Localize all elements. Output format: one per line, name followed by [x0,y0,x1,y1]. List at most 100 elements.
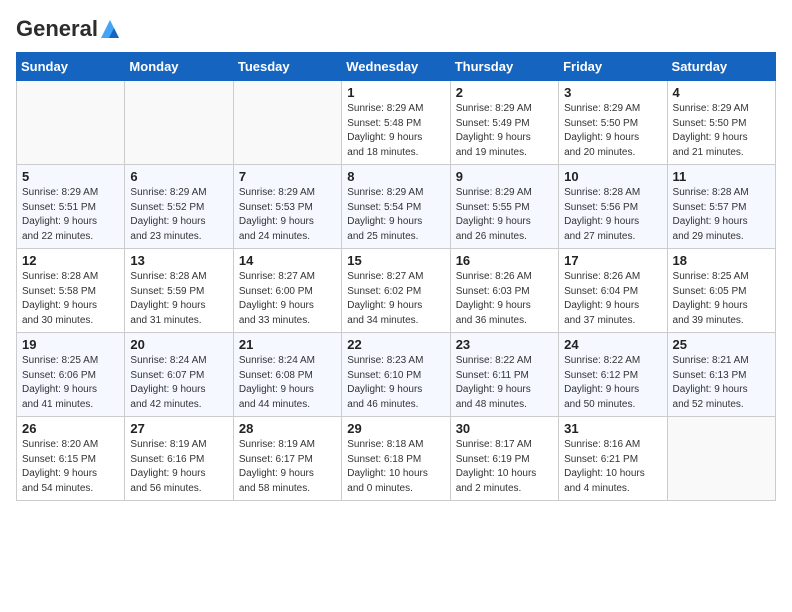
day-info: Sunrise: 8:28 AM Sunset: 5:57 PM Dayligh… [673,186,770,244]
day-number: 27 [130,421,227,436]
day-info: Sunrise: 8:18 AM Sunset: 6:18 PM Dayligh… [347,438,444,496]
day-number: 28 [239,421,336,436]
day-number: 4 [673,85,770,100]
day-number: 31 [564,421,661,436]
day-info: Sunrise: 8:29 AM Sunset: 5:48 PM Dayligh… [347,102,444,160]
calendar-week-4: 19 Sunrise: 8:25 AM Sunset: 6:06 PM Dayli… [17,333,776,417]
weekday-header-tuesday: Tuesday [233,53,341,81]
day-number: 15 [347,253,444,268]
calendar-week-2: 5 Sunrise: 8:29 AM Sunset: 5:51 PM Daylig… [17,165,776,249]
day-number: 18 [673,253,770,268]
day-number: 6 [130,169,227,184]
day-number: 10 [564,169,661,184]
day-number: 1 [347,85,444,100]
calendar-week-3: 12 Sunrise: 8:28 AM Sunset: 5:58 PM Dayli… [17,249,776,333]
weekday-header-saturday: Saturday [667,53,775,81]
day-info: Sunrise: 8:19 AM Sunset: 6:17 PM Dayligh… [239,438,336,496]
day-number: 26 [22,421,119,436]
calendar-day-22: 22 Sunrise: 8:23 AM Sunset: 6:10 PM Dayli… [342,333,450,417]
calendar-day-2: 2 Sunrise: 8:29 AM Sunset: 5:49 PM Daylig… [450,81,558,165]
day-info: Sunrise: 8:25 AM Sunset: 6:05 PM Dayligh… [673,270,770,328]
day-info: Sunrise: 8:29 AM Sunset: 5:52 PM Dayligh… [130,186,227,244]
day-info: Sunrise: 8:22 AM Sunset: 6:11 PM Dayligh… [456,354,553,412]
weekday-header-thursday: Thursday [450,53,558,81]
page-header: General [16,16,776,40]
day-number: 9 [456,169,553,184]
day-info: Sunrise: 8:29 AM Sunset: 5:51 PM Dayligh… [22,186,119,244]
day-number: 19 [22,337,119,352]
day-info: Sunrise: 8:29 AM Sunset: 5:54 PM Dayligh… [347,186,444,244]
day-info: Sunrise: 8:28 AM Sunset: 5:58 PM Dayligh… [22,270,119,328]
weekday-header-sunday: Sunday [17,53,125,81]
day-number: 22 [347,337,444,352]
calendar-day-9: 9 Sunrise: 8:29 AM Sunset: 5:55 PM Daylig… [450,165,558,249]
day-info: Sunrise: 8:26 AM Sunset: 6:03 PM Dayligh… [456,270,553,328]
weekday-header-friday: Friday [559,53,667,81]
day-info: Sunrise: 8:28 AM Sunset: 5:56 PM Dayligh… [564,186,661,244]
calendar-day-27: 27 Sunrise: 8:19 AM Sunset: 6:16 PM Dayli… [125,417,233,501]
day-info: Sunrise: 8:27 AM Sunset: 6:00 PM Dayligh… [239,270,336,328]
calendar-day-23: 23 Sunrise: 8:22 AM Sunset: 6:11 PM Dayli… [450,333,558,417]
calendar-day-6: 6 Sunrise: 8:29 AM Sunset: 5:52 PM Daylig… [125,165,233,249]
calendar-table: SundayMondayTuesdayWednesdayThursdayFrid… [16,52,776,501]
day-number: 11 [673,169,770,184]
calendar-day-7: 7 Sunrise: 8:29 AM Sunset: 5:53 PM Daylig… [233,165,341,249]
day-info: Sunrise: 8:24 AM Sunset: 6:08 PM Dayligh… [239,354,336,412]
day-number: 7 [239,169,336,184]
calendar-day-21: 21 Sunrise: 8:24 AM Sunset: 6:08 PM Dayli… [233,333,341,417]
day-info: Sunrise: 8:29 AM Sunset: 5:55 PM Dayligh… [456,186,553,244]
calendar-day-empty [233,81,341,165]
calendar-week-5: 26Sunrise: 8:20 AM Sunset: 6:15 PM Dayli… [17,417,776,501]
day-number: 21 [239,337,336,352]
day-info: Sunrise: 8:29 AM Sunset: 5:50 PM Dayligh… [564,102,661,160]
calendar-day-31: 31 Sunrise: 8:16 AM Sunset: 6:21 PM Dayli… [559,417,667,501]
calendar-day-5: 5 Sunrise: 8:29 AM Sunset: 5:51 PM Daylig… [17,165,125,249]
calendar-day-1: 1 Sunrise: 8:29 AM Sunset: 5:48 PM Daylig… [342,81,450,165]
day-number: 29 [347,421,444,436]
calendar-day-25: 25 Sunrise: 8:21 AM Sunset: 6:13 PM Dayli… [667,333,775,417]
calendar-day-17: 17 Sunrise: 8:26 AM Sunset: 6:04 PM Dayli… [559,249,667,333]
calendar-header-row: SundayMondayTuesdayWednesdayThursdayFrid… [17,53,776,81]
day-info: Sunrise: 8:25 AM Sunset: 6:06 PM Dayligh… [22,354,119,412]
day-info: Sunrise: 8:24 AM Sunset: 6:07 PM Dayligh… [130,354,227,412]
calendar-day-14: 14Sunrise: 8:27 AM Sunset: 6:00 PM Dayli… [233,249,341,333]
day-number: 8 [347,169,444,184]
calendar-day-3: 3Sunrise: 8:29 AM Sunset: 5:50 PM Daylig… [559,81,667,165]
calendar-day-15: 15 Sunrise: 8:27 AM Sunset: 6:02 PM Dayli… [342,249,450,333]
calendar-week-1: 1 Sunrise: 8:29 AM Sunset: 5:48 PM Daylig… [17,81,776,165]
day-info: Sunrise: 8:23 AM Sunset: 6:10 PM Dayligh… [347,354,444,412]
calendar-day-29: 29 Sunrise: 8:18 AM Sunset: 6:18 PM Dayli… [342,417,450,501]
weekday-header-monday: Monday [125,53,233,81]
day-number: 17 [564,253,661,268]
calendar-day-19: 19 Sunrise: 8:25 AM Sunset: 6:06 PM Dayli… [17,333,125,417]
day-number: 23 [456,337,553,352]
calendar-day-4: 4Sunrise: 8:29 AM Sunset: 5:50 PM Daylig… [667,81,775,165]
calendar-day-empty [17,81,125,165]
calendar-day-20: 20Sunrise: 8:24 AM Sunset: 6:07 PM Dayli… [125,333,233,417]
day-number: 5 [22,169,119,184]
day-info: Sunrise: 8:27 AM Sunset: 6:02 PM Dayligh… [347,270,444,328]
day-info: Sunrise: 8:21 AM Sunset: 6:13 PM Dayligh… [673,354,770,412]
day-info: Sunrise: 8:17 AM Sunset: 6:19 PM Dayligh… [456,438,553,496]
day-info: Sunrise: 8:28 AM Sunset: 5:59 PM Dayligh… [130,270,227,328]
calendar-day-8: 8 Sunrise: 8:29 AM Sunset: 5:54 PM Daylig… [342,165,450,249]
calendar-day-26: 26Sunrise: 8:20 AM Sunset: 6:15 PM Dayli… [17,417,125,501]
day-number: 2 [456,85,553,100]
day-number: 25 [673,337,770,352]
day-info: Sunrise: 8:22 AM Sunset: 6:12 PM Dayligh… [564,354,661,412]
day-info: Sunrise: 8:19 AM Sunset: 6:16 PM Dayligh… [130,438,227,496]
calendar-day-12: 12 Sunrise: 8:28 AM Sunset: 5:58 PM Dayli… [17,249,125,333]
day-number: 12 [22,253,119,268]
day-number: 24 [564,337,661,352]
logo-general-text: General [16,16,98,42]
day-info: Sunrise: 8:29 AM Sunset: 5:49 PM Dayligh… [456,102,553,160]
calendar-day-10: 10 Sunrise: 8:28 AM Sunset: 5:56 PM Dayli… [559,165,667,249]
day-info: Sunrise: 8:29 AM Sunset: 5:53 PM Dayligh… [239,186,336,244]
calendar-day-empty [667,417,775,501]
weekday-header-wednesday: Wednesday [342,53,450,81]
day-info: Sunrise: 8:26 AM Sunset: 6:04 PM Dayligh… [564,270,661,328]
calendar-day-30: 30Sunrise: 8:17 AM Sunset: 6:19 PM Dayli… [450,417,558,501]
day-info: Sunrise: 8:16 AM Sunset: 6:21 PM Dayligh… [564,438,661,496]
calendar-day-empty [125,81,233,165]
day-number: 13 [130,253,227,268]
